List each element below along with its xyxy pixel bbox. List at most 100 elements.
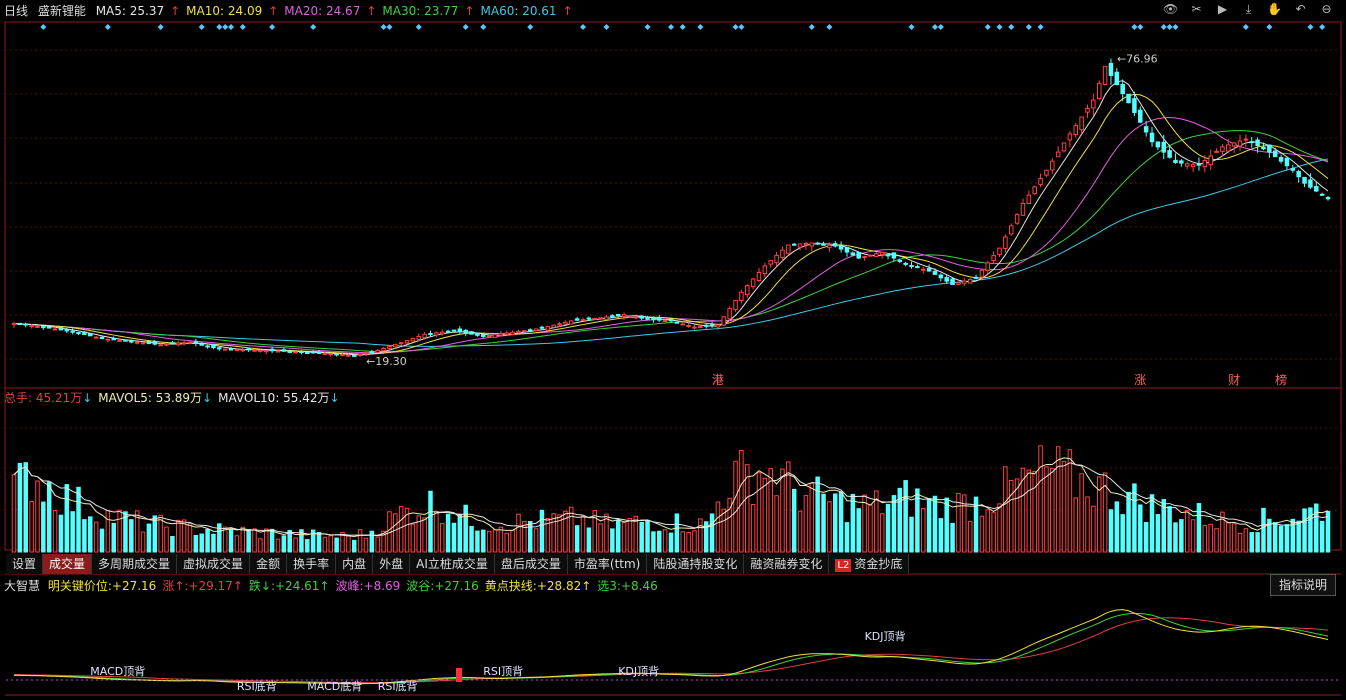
indicator-tabs: 设置 成交量 多周期成交量 虚拟成交量 金额 换手率 内盘 外盘 AI立桩成交量 盘后成交量 市盈率…: [6, 554, 910, 574]
candle-down: [926, 268, 932, 272]
volume-bar-up: [1061, 461, 1067, 553]
candle-down: [615, 314, 621, 317]
volume-bar-down: [586, 527, 592, 553]
candle-up: [1061, 142, 1067, 152]
volume-bar-up: [920, 507, 926, 553]
volume-bar-down: [610, 528, 615, 553]
tab-融资融券变化[interactable]: 融资融券变化: [744, 554, 830, 574]
tab-label: 市盈率(ttm): [573, 557, 641, 571]
tab-内盘[interactable]: 内盘: [336, 554, 374, 574]
candle-up: [692, 326, 697, 329]
tab-市盈率(ttm)[interactable]: 市盈率(ttm): [567, 554, 648, 574]
volume-bar-up: [985, 509, 991, 553]
volume-bar-down: [932, 495, 938, 553]
volume-bar-up: [604, 513, 609, 553]
volume-bar-up: [1096, 476, 1102, 553]
divergence-annotation: KDJ顶背: [865, 629, 906, 643]
minus-circle-icon[interactable]: ⊖: [1319, 2, 1334, 17]
candle-up: [222, 348, 228, 351]
volume-bar-down: [891, 495, 897, 553]
volume-bar-up: [422, 517, 427, 553]
candle-up: [680, 323, 685, 326]
ma-legend-item: MA5: 25.37: [95, 4, 165, 18]
volume-bar-down: [269, 528, 275, 553]
candle-up: [164, 343, 169, 346]
candle-up: [1038, 178, 1043, 186]
tab-成交量[interactable]: 成交量: [43, 554, 93, 574]
candle-down: [909, 265, 914, 268]
download-icon[interactable]: ⤓: [1241, 2, 1256, 17]
volume-bar-up: [516, 513, 521, 553]
tab-资金抄底[interactable]: L2 资金抄底: [829, 554, 910, 574]
undo-icon[interactable]: ↶: [1293, 2, 1308, 17]
eye-icon[interactable]: 👁: [1163, 2, 1178, 17]
volume-bar-up: [410, 523, 416, 553]
volume-bar-down: [146, 523, 152, 553]
volume-bar-down: [82, 519, 87, 553]
candle-down: [973, 276, 979, 279]
signal-diamond-marker: [104, 24, 111, 30]
indicator-yellow-line: [13, 609, 1329, 685]
indicator-value: +24.61↑: [275, 579, 330, 593]
volume-bar-down: [1149, 494, 1155, 553]
volume-bar-up: [979, 515, 985, 553]
volume-bar-down: [129, 519, 134, 553]
indicator-value: +29.17↑: [188, 579, 243, 593]
candle-down: [586, 317, 592, 320]
volume-bar-down: [481, 529, 486, 553]
play-icon[interactable]: ▶: [1215, 2, 1230, 17]
volume-bar-down: [1319, 520, 1325, 553]
tab-盘后成交量[interactable]: 盘后成交量: [494, 554, 568, 574]
volume-bar-up: [117, 509, 122, 553]
tab-外盘[interactable]: 外盘: [373, 554, 411, 574]
volume-bar-up: [29, 500, 34, 553]
signal-diamond-marker: [996, 24, 1003, 30]
candle-down: [369, 351, 375, 354]
candle-down: [481, 334, 486, 337]
hand-icon[interactable]: ✋: [1267, 2, 1282, 17]
candle-down: [1255, 139, 1260, 147]
candle-up: [604, 316, 609, 320]
volume-bar-down: [58, 514, 64, 553]
candle-down: [850, 252, 856, 256]
scissors-icon[interactable]: ✂: [1189, 2, 1204, 17]
tab-陆股通持股变化[interactable]: 陆股通持股变化: [647, 554, 745, 574]
candle-down: [469, 331, 474, 335]
candle-up: [756, 271, 762, 281]
volume-bar-down: [88, 516, 93, 553]
ma5-line: [13, 80, 1329, 356]
candle-up: [557, 323, 562, 326]
candle-down: [316, 351, 322, 354]
candle-down: [932, 270, 938, 275]
candle-up: [1044, 169, 1049, 176]
volume-bar-up: [328, 535, 334, 553]
tab-换手率[interactable]: 换手率: [287, 554, 337, 574]
candle-up: [1085, 108, 1090, 113]
candle-up: [1032, 186, 1037, 195]
candle-up: [721, 316, 727, 326]
candle-down: [1272, 150, 1278, 158]
signal-diamond-marker: [697, 24, 704, 30]
tab-设置[interactable]: 设置: [6, 554, 44, 574]
candle-up: [1208, 155, 1213, 166]
signal-diamond-marker: [239, 24, 246, 30]
volume-bar-down: [615, 519, 621, 553]
tab-金额[interactable]: 金额: [250, 554, 288, 574]
tab-label: 陆股通持股变化: [653, 557, 738, 571]
volume-bar-up: [140, 531, 146, 553]
tab-AI立桩成交量[interactable]: AI立桩成交量: [410, 554, 495, 574]
signal-diamond-marker: [808, 24, 815, 30]
indicator-explain-button[interactable]: 指标说明: [1269, 574, 1336, 596]
tab-多周期成交量[interactable]: 多周期成交量: [92, 554, 178, 574]
chart-canvas[interactable]: ←76.96 ←19.30 港 涨 财 榜 MACD顶背 RSI底背 MACD底背 RSI底背 RS…: [0, 0, 1346, 700]
candle-up: [956, 282, 961, 285]
volume-bar-up: [322, 536, 328, 553]
kline-chart-area[interactable]: ←76.96 ←19.30 港 涨 财 榜 MACD顶背 RSI底背 MACD底背 RSI底背 RS…: [0, 0, 1346, 700]
period-label[interactable]: 日线: [4, 4, 28, 18]
volume-bar-up: [357, 529, 363, 553]
tab-label: 资金抄底: [854, 557, 903, 571]
volume-bar-up: [1208, 523, 1213, 553]
candle-down: [246, 348, 251, 351]
tab-虚拟成交量[interactable]: 虚拟成交量: [177, 554, 251, 574]
candle-up: [35, 325, 40, 328]
